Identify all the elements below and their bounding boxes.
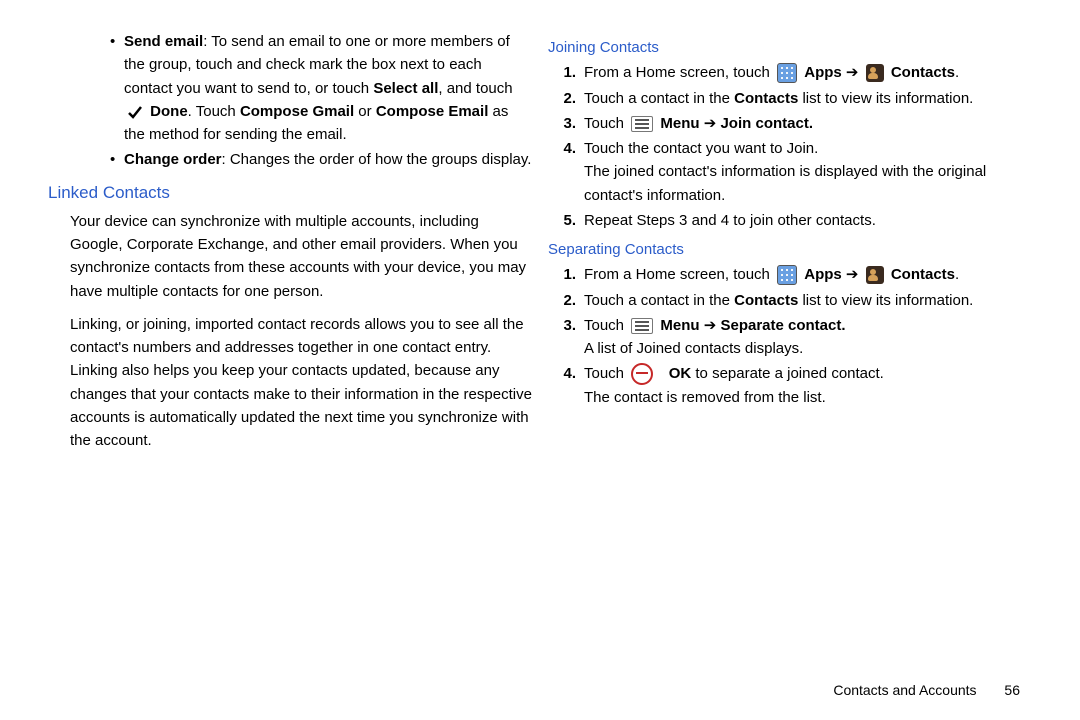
list-item: 1. From a Home screen, touch Apps ➔ Cont… [548,61,1032,84]
list-item: 3. Touch Menu ➔ Join contact. [548,112,1032,135]
right-column: Joining Contacts 1. From a Home screen, … [548,30,1032,462]
menu-icon [631,116,653,132]
joining-steps: 1. From a Home screen, touch Apps ➔ Cont… [548,61,1032,232]
list-item: 4. Touch the contact you want to Join. T… [548,137,1032,207]
bullet-change-order: • Change order: Changes the order of how… [110,148,532,171]
list-item: 2. Touch a contact in the Contacts list … [548,87,1032,110]
bullet-label: Send email [124,33,203,50]
left-column: • Send email: To send an email to one or… [48,30,532,462]
contacts-icon [866,64,884,82]
list-item: 3. Touch Menu ➔ Separate contact. A list… [548,314,1032,361]
paragraph: Your device can synchronize with multipl… [70,210,532,303]
step-number: 3. [548,112,584,135]
bullet-text: Change order: Changes the order of how t… [124,148,531,171]
step-number: 1. [548,61,584,84]
step-number: 2. [548,289,584,312]
check-icon [127,104,143,120]
page-footer: Contacts and Accounts 56 [833,682,1020,698]
bullet-send-email: • Send email: To send an email to one or… [110,30,532,146]
bullet-list: • Send email: To send an email to one or… [48,30,532,172]
bullet-dot-icon: • [110,148,124,171]
remove-icon [631,363,653,385]
bullet-dot-icon: • [110,30,124,146]
page-number: 56 [1004,682,1020,698]
step-number: 1. [548,263,584,286]
footer-section: Contacts and Accounts [833,682,976,698]
heading-linked-contacts: Linked Contacts [48,180,532,206]
step-number: 3. [548,314,584,361]
step-number: 5. [548,209,584,232]
separating-steps: 1. From a Home screen, touch Apps ➔ Cont… [548,263,1032,409]
step-number: 4. [548,137,584,207]
list-item: 5. Repeat Steps 3 and 4 to join other co… [548,209,1032,232]
list-item: 1. From a Home screen, touch Apps ➔ Cont… [548,263,1032,286]
bullet-label: Change order [124,151,222,168]
list-item: 2. Touch a contact in the Contacts list … [548,289,1032,312]
bullet-text: Send email: To send an email to one or m… [124,30,532,146]
step-number: 2. [548,87,584,110]
subheading-separating: Separating Contacts [548,238,1032,261]
apps-icon [777,63,797,83]
step-number: 4. [548,362,584,409]
contacts-icon [866,266,884,284]
apps-icon [777,265,797,285]
subheading-joining: Joining Contacts [548,36,1032,59]
menu-icon [631,318,653,334]
page-body: • Send email: To send an email to one or… [0,0,1080,462]
paragraph: Linking, or joining, imported contact re… [70,313,532,453]
list-item: 4. Touch OK to separate a joined contact… [548,362,1032,409]
